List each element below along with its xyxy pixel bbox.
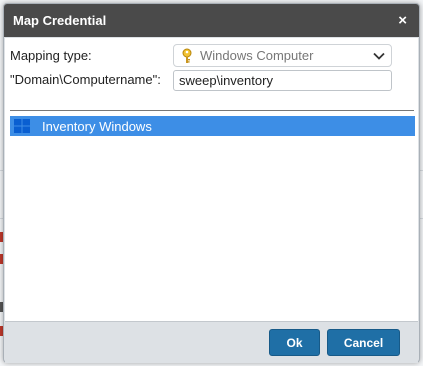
map-credential-dialog: Map Credential × Mapping type: Windows C… bbox=[3, 3, 420, 363]
dialog-footer: Ok Cancel bbox=[5, 321, 418, 363]
cancel-button[interactable]: Cancel bbox=[327, 329, 400, 356]
mapping-type-value: Windows Computer bbox=[200, 48, 314, 63]
computername-row: "Domain\Computername": bbox=[10, 69, 161, 90]
dialog-title: Map Credential bbox=[13, 13, 107, 28]
windows-icon bbox=[14, 119, 30, 133]
ok-button[interactable]: Ok bbox=[269, 329, 320, 356]
close-icon[interactable]: × bbox=[398, 13, 407, 28]
list-item[interactable]: Inventory Windows bbox=[10, 116, 415, 136]
credential-list: Inventory Windows bbox=[10, 116, 415, 321]
mapping-type-row: Mapping type: bbox=[10, 45, 92, 66]
list-item-label: Inventory Windows bbox=[42, 118, 152, 134]
mapping-type-label: Mapping type: bbox=[10, 48, 92, 63]
chevron-down-icon bbox=[373, 52, 385, 60]
computername-label: "Domain\Computername": bbox=[10, 72, 161, 87]
computername-input[interactable] bbox=[173, 70, 392, 91]
dialog-content: Mapping type: Windows Computer "Domain\C… bbox=[5, 38, 418, 321]
key-icon bbox=[182, 48, 192, 63]
mapping-type-select[interactable]: Windows Computer bbox=[173, 44, 392, 67]
divider bbox=[10, 110, 414, 111]
dialog-titlebar: Map Credential × bbox=[4, 4, 419, 37]
